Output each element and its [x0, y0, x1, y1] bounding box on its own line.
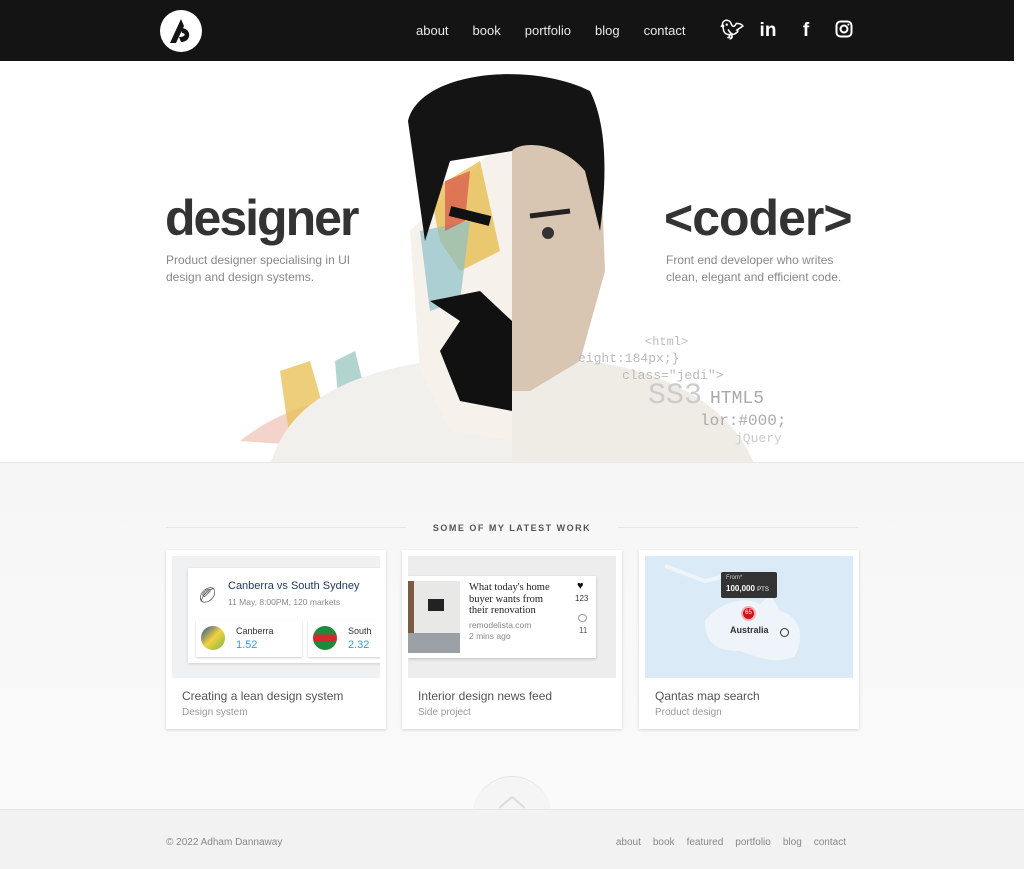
facebook-icon[interactable]: f [796, 20, 816, 44]
linkedin-icon[interactable]: in [758, 20, 778, 44]
footer-about[interactable]: about [616, 837, 641, 848]
footer-blog[interactable]: blog [783, 837, 802, 848]
work-card[interactable]: 🏉︎ Canberra vs South Sydney 11 May, 8:00… [166, 550, 386, 729]
article-image [408, 581, 460, 653]
card-subtitle: Product design [655, 707, 722, 718]
like-count: 123 [575, 594, 589, 603]
comment-icon [578, 614, 587, 622]
card-subtitle: Design system [182, 707, 248, 718]
map-thumbnail: From* 100,000 PTS 65 Australia [645, 556, 853, 678]
top-nav: about book portfolio blog contact 🐦︎ in … [0, 0, 1014, 61]
map-label: Australia [730, 625, 769, 635]
card-title: Interior design news feed [418, 689, 553, 703]
locate-icon [780, 628, 789, 637]
article-time: 2 mins ago [469, 631, 511, 641]
coder-title: <coder> [664, 190, 853, 246]
card-subtitle: Side project [418, 707, 471, 718]
footer-contact[interactable]: contact [814, 837, 846, 848]
team-name: South [348, 626, 372, 636]
team-logo [313, 626, 337, 650]
code-fragment: lor:#000; [700, 412, 787, 430]
instagram-icon[interactable] [834, 20, 854, 44]
latest-work-section: SOME OF MY LATEST WORK 🏉︎ Canberra vs So… [0, 462, 1024, 809]
section-title: SOME OF MY LATEST WORK [432, 523, 592, 533]
work-card[interactable]: What today's home buyer wants from their… [402, 550, 622, 729]
copyright: © 2022 Adham Dannaway [166, 837, 283, 848]
designer-title: designer [165, 190, 359, 246]
tooltip-from: From* [726, 575, 743, 581]
footer-featured[interactable]: featured [687, 837, 724, 848]
nav-blog[interactable]: blog [595, 23, 620, 38]
footer: © 2022 Adham Dannaway about book feature… [0, 809, 1024, 869]
map-badge: 65 [741, 606, 756, 621]
nav-portfolio[interactable]: portfolio [525, 23, 571, 38]
card-title: Creating a lean design system [182, 689, 344, 703]
match-meta: 11 May, 8:00PM, 120 markets [228, 597, 341, 607]
twitter-icon[interactable]: 🐦︎ [720, 20, 744, 44]
code-fragment: <html> [645, 335, 689, 349]
card-thumbnail: 🏉︎ Canberra vs South Sydney 11 May, 8:00… [172, 556, 380, 678]
logo[interactable] [160, 10, 202, 52]
code-fragment: eight:184px;} [578, 351, 680, 366]
nav-about[interactable]: about [416, 23, 449, 38]
nav-contact[interactable]: contact [644, 23, 686, 38]
team-name: Canberra [236, 626, 274, 636]
code-fragment: SS3 [648, 379, 703, 413]
nav-book[interactable]: book [473, 23, 501, 38]
hero: designer Product designer specialising i… [0, 61, 1014, 462]
code-fragment: jQuery [735, 431, 782, 446]
match-title: Canberra vs South Sydney [228, 580, 360, 592]
card-thumbnail: What today's home buyer wants from their… [408, 556, 616, 678]
team-odds: 2.32 [348, 639, 370, 651]
coder-text: Front end developer who writes clean, el… [666, 253, 842, 284]
code-fragment: HTML5 [710, 389, 765, 409]
chevron-up-icon [498, 795, 526, 809]
article-source: remodelista.com [469, 620, 532, 630]
footer-portfolio[interactable]: portfolio [735, 837, 771, 848]
article-headline: What today's home buyer wants from their… [469, 582, 550, 616]
work-card[interactable]: From* 100,000 PTS 65 Australia Qantas ma… [639, 550, 859, 729]
designer-text: Product designer specialising in UI desi… [166, 253, 351, 284]
comment-count: 11 [579, 626, 588, 635]
team-logo [201, 626, 225, 650]
footer-book[interactable]: book [653, 837, 675, 848]
card-title: Qantas map search [655, 689, 760, 703]
heart-icon: ♥ [577, 580, 584, 592]
tooltip-points: 100,000 [726, 584, 755, 593]
tooltip-unit: PTS [757, 587, 769, 593]
football-icon: 🏉︎ [198, 587, 218, 604]
team-odds: 1.52 [236, 639, 258, 651]
divider [618, 527, 858, 528]
